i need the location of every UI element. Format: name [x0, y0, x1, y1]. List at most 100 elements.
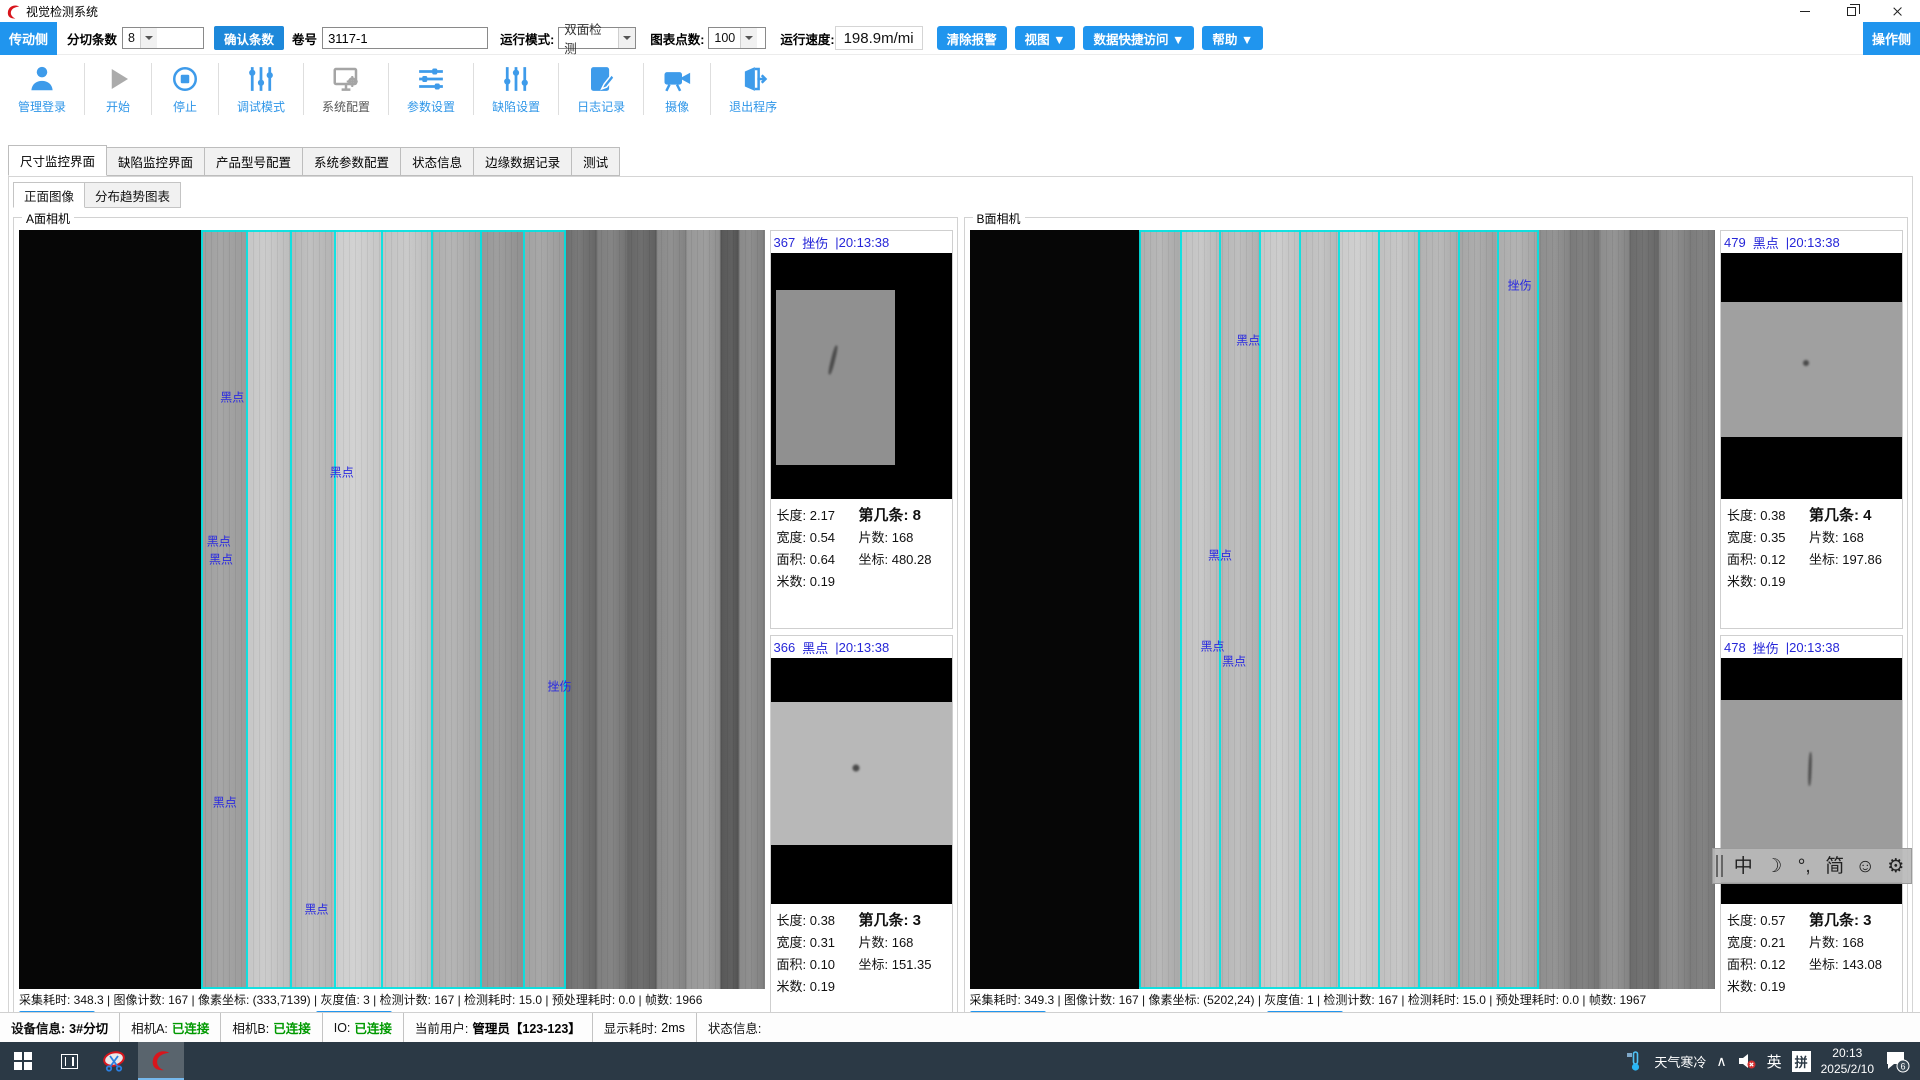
- toolbar-button-log[interactable]: 日志记录: [565, 64, 637, 115]
- icon-toolbar: 管理登录开始停止调试模式系统配置参数设置缺陷设置日志记录摄像 退出程序: [0, 55, 1920, 123]
- defect-label-挫伤: 挫伤: [547, 678, 571, 695]
- toolbar-button-monitor-gear[interactable]: 系统配置: [310, 64, 382, 115]
- chart-points-select[interactable]: 100: [708, 27, 766, 49]
- camera-panel-inner: 黑点黑点黑点黑点挫伤黑点黑点采集耗时: 348.3 | 图像计数: 167 | …: [14, 218, 957, 1037]
- defect-id: 479: [1724, 235, 1746, 250]
- camera-live-image[interactable]: 挫伤黑点黑点黑点黑点: [970, 230, 1716, 989]
- tab-系统参数配置[interactable]: 系统参数配置: [303, 147, 401, 176]
- ime-mode-indicator[interactable]: 拼: [1792, 1051, 1811, 1072]
- tab-测试[interactable]: 测试: [572, 147, 620, 176]
- language-indicator[interactable]: 英: [1767, 1051, 1782, 1072]
- stat-pieces: 片数: 168: [859, 525, 948, 547]
- confirm-count-button[interactable]: 确认条数: [214, 26, 284, 50]
- notification-icon: 6: [1884, 1049, 1910, 1073]
- defect-card-367[interactable]: 367挫伤|20:13:38长度: 2.17宽度: 0.54面积: 0.64米数…: [770, 230, 953, 629]
- subtab-分布趋势图表[interactable]: 分布趋势图表: [85, 182, 181, 208]
- defect-label-黑点: 黑点: [213, 794, 237, 811]
- defect-card-366[interactable]: 366黑点|20:13:38长度: 0.38宽度: 0.31面积: 0.10米数…: [770, 635, 953, 1034]
- defect-label-黑点: 黑点: [1236, 332, 1260, 349]
- start-button[interactable]: [0, 1042, 46, 1080]
- window-title: 视觉检测系统: [26, 3, 98, 20]
- notification-center-button[interactable]: 6: [1884, 1049, 1914, 1073]
- snipping-tool-button[interactable]: [92, 1042, 138, 1080]
- toolbar-button-sliders-h[interactable]: 参数设置: [395, 64, 467, 115]
- tab-产品型号配置[interactable]: 产品型号配置: [205, 147, 303, 176]
- roll-no-label: 卷号: [292, 29, 317, 48]
- exit-icon: [738, 64, 768, 94]
- strip-guide-border: [1139, 230, 1536, 232]
- toolbar-button-user[interactable]: 管理登录: [6, 64, 78, 115]
- ime-punctuation-toggle[interactable]: °,: [1789, 857, 1820, 876]
- camera-image-area: 黑点黑点黑点黑点挫伤黑点黑点采集耗时: 348.3 | 图像计数: 167 | …: [19, 230, 765, 1034]
- statusbar-value: 3#分切: [69, 1018, 108, 1037]
- ime-chinese-mode[interactable]: 中: [1728, 857, 1759, 876]
- tab-缺陷监控界面[interactable]: 缺陷监控界面: [107, 147, 205, 176]
- divider: [388, 63, 389, 115]
- defect-time: |20:13:38: [1786, 640, 1840, 655]
- defect-stats-col2: 第几条: 8片数: 168坐标: 480.28: [859, 503, 948, 626]
- defect-type: 黑点: [802, 638, 828, 657]
- close-button[interactable]: [1874, 0, 1920, 22]
- statusbar-label: IO:: [334, 1021, 351, 1035]
- subtab-正面图像[interactable]: 正面图像: [13, 182, 85, 208]
- defect-type: 挫伤: [1753, 638, 1779, 657]
- transmission-side-button[interactable]: 传动侧: [0, 22, 57, 55]
- statusbar-value: 管理员【123-123】: [472, 1018, 580, 1037]
- defect-time: |20:13:38: [835, 640, 889, 655]
- toolbar-button-play[interactable]: 开始: [91, 64, 145, 115]
- thermometer-icon[interactable]: [1626, 1050, 1644, 1072]
- taskbar-clock[interactable]: 20:13 2025/2/10: [1821, 1045, 1874, 1077]
- help-menu-button[interactable]: 帮助 ▼: [1202, 26, 1263, 50]
- toolbar-button-sliders-v2[interactable]: 缺陷设置: [480, 64, 552, 115]
- toolbar-button-label: 摄像: [665, 98, 689, 115]
- ime-drag-handle[interactable]: [1716, 855, 1723, 877]
- tab-page: 正面图像分布趋势图表 A面相机黑点黑点黑点黑点挫伤黑点黑点采集耗时: 348.3…: [8, 176, 1913, 1042]
- task-view-icon: [61, 1054, 78, 1069]
- stat-pieces: 片数: 168: [1809, 525, 1898, 547]
- slit-count-select[interactable]: 8: [122, 27, 204, 49]
- close-icon: [1892, 6, 1903, 17]
- statusbar-value: 已连接: [273, 1018, 311, 1037]
- statusbar: 设备信息:3#分切相机A:已连接相机B:已连接IO:已连接当前用户:管理员【12…: [0, 1012, 1920, 1042]
- quick-data-menu-button[interactable]: 数据快捷访问 ▼: [1083, 26, 1194, 50]
- defect-card-header: 479黑点|20:13:38: [1721, 231, 1902, 253]
- ime-settings-icon[interactable]: ⚙: [1881, 857, 1912, 876]
- task-view-button[interactable]: [46, 1042, 92, 1080]
- defect-id: 366: [774, 640, 796, 655]
- minimize-button[interactable]: [1782, 0, 1828, 22]
- toolbar-button-camera[interactable]: 摄像: [650, 64, 704, 115]
- toolbar-button-stop[interactable]: 停止: [158, 64, 212, 115]
- volume-muted-button[interactable]: [1737, 1052, 1757, 1070]
- run-mode-select[interactable]: 双面检测: [558, 27, 636, 49]
- view-menu-button[interactable]: 视图 ▼: [1015, 26, 1076, 50]
- stat-meters: 米数: 0.19: [1727, 974, 1809, 996]
- toolbar-button-sliders-v[interactable]: 调试模式: [225, 64, 297, 115]
- ime-simplified-mode[interactable]: 简: [1820, 857, 1851, 876]
- hidden-icons-chevron[interactable]: ∧: [1716, 1053, 1726, 1070]
- ime-emoji-icon[interactable]: ☺: [1850, 857, 1881, 876]
- defect-mark: [852, 764, 859, 771]
- weather-status[interactable]: 天气寒冷: [1654, 1052, 1706, 1071]
- camera-live-image[interactable]: 黑点黑点黑点黑点挫伤黑点黑点: [19, 230, 765, 989]
- restore-button[interactable]: [1828, 0, 1874, 22]
- chevron-down-icon: [618, 28, 635, 48]
- operation-side-button[interactable]: 操作侧: [1863, 22, 1920, 55]
- defect-label-黑点: 黑点: [330, 464, 354, 481]
- statusbar-label: 相机A:: [131, 1018, 168, 1037]
- ime-fullwidth-moon-icon[interactable]: ☽: [1759, 857, 1790, 876]
- defect-id: 478: [1724, 640, 1746, 655]
- defect-card-478[interactable]: 478挫伤|20:13:38长度: 0.57宽度: 0.21面积: 0.12米数…: [1720, 635, 1903, 1034]
- statusbar-value: 已连接: [172, 1018, 210, 1037]
- vision-app-taskbar-button[interactable]: [138, 1042, 184, 1080]
- stat-coord: 坐标: 151.35: [859, 952, 948, 974]
- strip-guide-line: [201, 230, 203, 989]
- toolbar-button-exit[interactable]: 退出程序: [717, 64, 789, 115]
- roll-no-input[interactable]: [322, 27, 488, 49]
- tab-尺寸监控界面[interactable]: 尺寸监控界面: [8, 145, 107, 176]
- tab-状态信息[interactable]: 状态信息: [401, 147, 474, 176]
- tab-边缘数据记录[interactable]: 边缘数据记录: [474, 147, 572, 176]
- stat-area: 面积: 0.12: [1727, 547, 1809, 569]
- clear-alarm-button[interactable]: 清除报警: [937, 26, 1007, 50]
- ime-language-bar[interactable]: 中☽°,简☺⚙: [1712, 848, 1912, 884]
- defect-card-479[interactable]: 479黑点|20:13:38长度: 0.38宽度: 0.35面积: 0.12米数…: [1720, 230, 1903, 629]
